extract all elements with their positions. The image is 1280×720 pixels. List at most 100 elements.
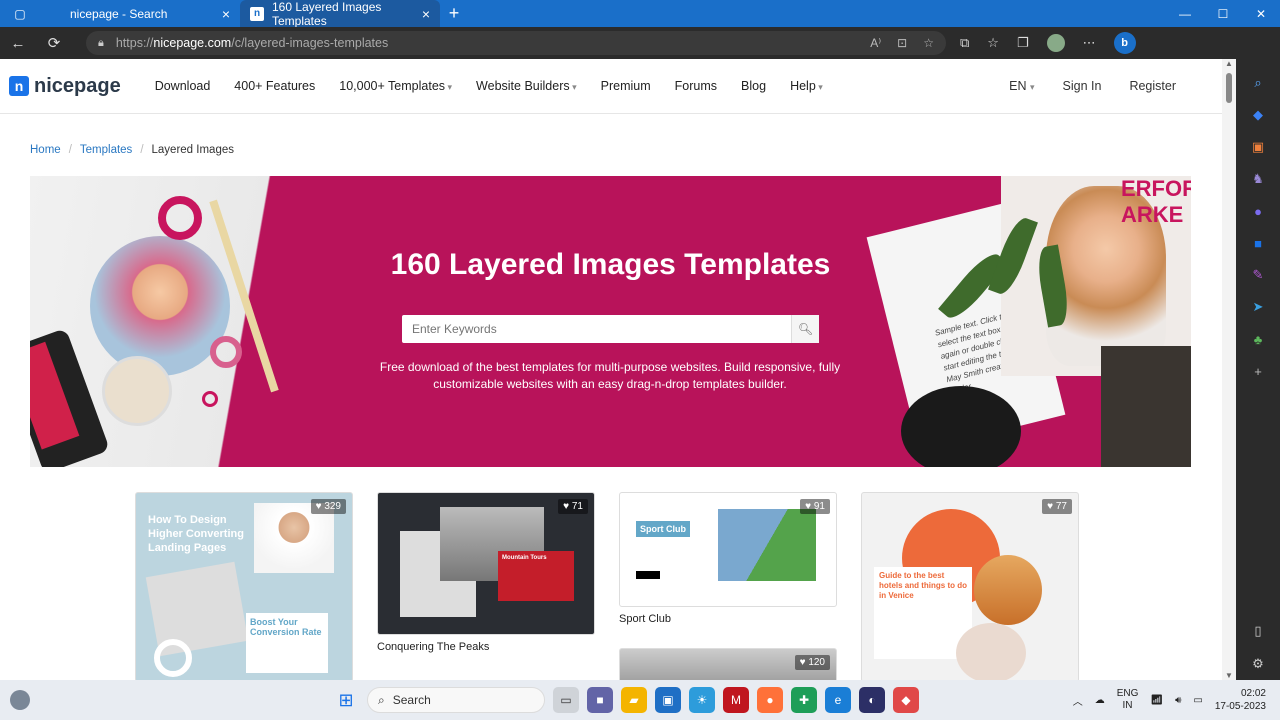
designer-icon[interactable]: ✎ bbox=[1247, 264, 1269, 286]
menu-download[interactable]: Download bbox=[155, 79, 211, 93]
extensions-icon[interactable]: ⧉ bbox=[960, 35, 969, 51]
template-thumbnail[interactable]: Sport Club ♥ 91 bbox=[619, 492, 837, 607]
teams-icon[interactable]: ■ bbox=[587, 687, 613, 713]
refresh-button[interactable]: ⟳ bbox=[36, 34, 72, 52]
wifi-icon[interactable]: 📶︎ bbox=[1150, 695, 1163, 706]
app-icon[interactable]: ◐ bbox=[859, 687, 885, 713]
template-thumbnail[interactable]: Guide to the best hotels and things to d… bbox=[861, 492, 1079, 680]
add-favorite-icon[interactable]: ☆ bbox=[923, 36, 934, 50]
language-selector[interactable]: EN ▾ bbox=[1009, 79, 1034, 93]
template-thumbnail[interactable]: How To Design Higher Converting Landing … bbox=[135, 492, 353, 680]
tab-label: 160 Layered Images Templates bbox=[272, 0, 382, 28]
likes-count: 71 bbox=[571, 501, 583, 512]
minimize-button[interactable]: — bbox=[1166, 7, 1204, 21]
template-card[interactable]: Mountain Tours ♥ 71 Conquering The Peaks bbox=[377, 492, 595, 653]
language-indicator[interactable]: ENG IN bbox=[1117, 688, 1139, 712]
outlook-icon[interactable]: ■ bbox=[1247, 232, 1269, 254]
tab-actions-icon[interactable]: ▢ bbox=[0, 0, 40, 27]
template-card[interactable]: Sport Club ♥ 91 Sport Club bbox=[619, 492, 837, 625]
close-window-button[interactable]: ✕ bbox=[1242, 7, 1280, 21]
menu-premium[interactable]: Premium bbox=[601, 79, 651, 93]
sidebar-layout-icon[interactable]: ▯ bbox=[1247, 620, 1269, 642]
weather-icon[interactable] bbox=[10, 690, 30, 710]
taskbar-search[interactable]: ⌕ Search bbox=[367, 687, 545, 713]
tools-icon[interactable]: ▣ bbox=[1247, 136, 1269, 158]
page-scrollbar[interactable]: ▲ ▼ bbox=[1222, 59, 1236, 680]
clock[interactable]: 02:02 17-05-2023 bbox=[1215, 687, 1266, 713]
firefox-icon[interactable]: ● bbox=[757, 687, 783, 713]
template-search: 🔍︎ bbox=[402, 315, 819, 343]
tab-layered-images[interactable]: n 160 Layered Images Templates × bbox=[240, 0, 440, 28]
task-view-icon[interactable]: ▭ bbox=[553, 687, 579, 713]
likes-badge[interactable]: ♥ 120 bbox=[794, 655, 830, 670]
template-title[interactable]: Sport Club bbox=[619, 613, 837, 625]
start-button[interactable]: ⊞ bbox=[333, 687, 359, 713]
scroll-down-icon[interactable]: ▼ bbox=[1225, 671, 1233, 680]
more-menu-icon[interactable]: ⋯ bbox=[1083, 35, 1096, 51]
maximize-button[interactable]: ☐ bbox=[1204, 7, 1242, 21]
profile-avatar[interactable] bbox=[1046, 34, 1065, 52]
app-icon[interactable]: ✚ bbox=[791, 687, 817, 713]
template-card[interactable]: ♥ 120 bbox=[619, 648, 837, 680]
lock-icon[interactable]: 🔒︎ bbox=[98, 37, 104, 50]
clock-time: 02:02 bbox=[1240, 688, 1266, 699]
url-field[interactable]: 🔒︎ https://nicepage.com/c/layered-images… bbox=[86, 31, 946, 55]
menu-forums[interactable]: Forums bbox=[675, 79, 717, 93]
store-icon[interactable]: ▣ bbox=[655, 687, 681, 713]
add-icon[interactable]: + bbox=[1247, 360, 1269, 382]
tree-icon[interactable]: ♣ bbox=[1247, 328, 1269, 350]
keyword-search-input[interactable] bbox=[402, 322, 791, 336]
template-title[interactable]: Conquering The Peaks bbox=[377, 641, 595, 653]
new-tab-button[interactable]: + bbox=[440, 3, 468, 24]
scroll-up-icon[interactable]: ▲ bbox=[1225, 59, 1233, 68]
hero-banner: Sample text. Click to select the text bo… bbox=[30, 176, 1191, 467]
menu-website-builders[interactable]: Website Builders bbox=[476, 79, 577, 93]
onedrive-icon[interactable]: ☁ bbox=[1095, 695, 1105, 706]
site-logo[interactable]: n nicepage bbox=[9, 75, 121, 98]
template-card[interactable]: How To Design Higher Converting Landing … bbox=[135, 492, 353, 680]
menu-help[interactable]: Help bbox=[790, 79, 823, 93]
games-icon[interactable]: ♞ bbox=[1247, 168, 1269, 190]
bing-chat-icon[interactable]: b bbox=[1113, 32, 1136, 54]
likes-badge[interactable]: ♥ 71 bbox=[558, 499, 588, 514]
edge-icon[interactable]: e bbox=[825, 687, 851, 713]
battery-icon[interactable]: ▭ bbox=[1193, 695, 1202, 706]
menu-templates[interactable]: 10,000+ Templates bbox=[339, 79, 452, 93]
breadcrumb: Home / Templates / Layered Images bbox=[30, 144, 234, 156]
template-thumbnail[interactable]: Mountain Tours ♥ 71 bbox=[377, 492, 595, 635]
register-link[interactable]: Register bbox=[1129, 79, 1176, 93]
heart-icon: ♥ bbox=[1047, 501, 1054, 512]
weather-app-icon[interactable]: ☀ bbox=[689, 687, 715, 713]
mcafee-icon[interactable]: M bbox=[723, 687, 749, 713]
shopping-icon[interactable]: ◆ bbox=[1247, 104, 1269, 126]
collections-icon[interactable]: ❐ bbox=[1017, 35, 1029, 51]
menu-blog[interactable]: Blog bbox=[741, 79, 766, 93]
read-aloud-icon[interactable]: A⁾ bbox=[870, 36, 881, 50]
app-icon[interactable]: ◆ bbox=[893, 687, 919, 713]
likes-badge[interactable]: ♥ 91 bbox=[800, 499, 830, 514]
show-hidden-icons-icon[interactable]: ︿ bbox=[1073, 693, 1083, 708]
file-explorer-icon[interactable]: ▰ bbox=[621, 687, 647, 713]
settings-icon[interactable]: ⚙ bbox=[1247, 653, 1269, 675]
search-icon[interactable]: ⌕ bbox=[1247, 72, 1269, 94]
breadcrumb-templates[interactable]: Templates bbox=[80, 144, 132, 156]
menu-features[interactable]: 400+ Features bbox=[234, 79, 315, 93]
close-tab-icon[interactable]: × bbox=[222, 6, 230, 22]
template-thumbnail[interactable]: ♥ 120 bbox=[619, 648, 837, 680]
telegram-icon[interactable]: ➤ bbox=[1247, 296, 1269, 318]
scrollbar-thumb[interactable] bbox=[1226, 73, 1232, 103]
search-icon[interactable]: 🔍︎ bbox=[791, 315, 819, 343]
breadcrumb-home[interactable]: Home bbox=[30, 144, 61, 156]
people-photo bbox=[956, 623, 1026, 680]
back-button[interactable]: ← bbox=[0, 35, 36, 52]
volume-icon[interactable]: 🔊︎ bbox=[1175, 695, 1181, 706]
immersive-reader-icon[interactable]: ⊡ bbox=[897, 36, 907, 50]
sign-in-link[interactable]: Sign In bbox=[1063, 79, 1102, 93]
favorites-icon[interactable]: ☆ bbox=[987, 35, 999, 51]
close-tab-icon[interactable]: × bbox=[422, 6, 430, 22]
likes-badge[interactable]: ♥ 329 bbox=[310, 499, 346, 514]
tab-nicepage-search[interactable]: nicepage - Search × bbox=[40, 0, 240, 27]
template-card[interactable]: Guide to the best hotels and things to d… bbox=[861, 492, 1079, 680]
copilot-icon[interactable]: ● bbox=[1247, 200, 1269, 222]
likes-badge[interactable]: ♥ 77 bbox=[1042, 499, 1072, 514]
